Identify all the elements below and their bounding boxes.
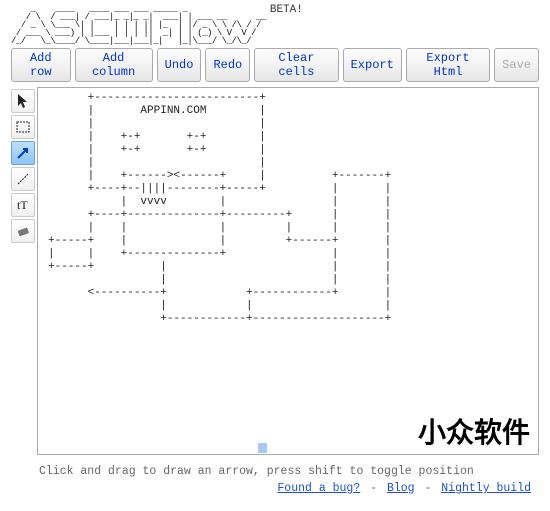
separator: - xyxy=(424,482,438,495)
undo-button[interactable]: Undo xyxy=(157,48,202,82)
status-text: Click and drag to draw an arrow, press s… xyxy=(39,465,537,478)
nightly-build-link[interactable]: Nightly build xyxy=(441,482,531,495)
text-icon: tT xyxy=(15,197,31,213)
tool-pane: tT xyxy=(11,87,37,455)
beta-badge: BETA! xyxy=(270,4,303,16)
save-button[interactable]: Save xyxy=(494,48,539,82)
erase-icon xyxy=(15,223,31,239)
add-row-button[interactable]: Add row xyxy=(11,48,71,82)
clear-cells-button[interactable]: Clear cells xyxy=(254,48,338,82)
line-icon xyxy=(15,171,31,187)
svg-text:tT: tT xyxy=(17,198,28,212)
main-toolbar: Add row Add column Undo Redo Clear cells… xyxy=(3,45,547,87)
export-button[interactable]: Export xyxy=(343,48,402,82)
export-html-button[interactable]: Export Html xyxy=(406,48,490,82)
cursor-icon xyxy=(15,93,31,109)
app-logo: _ ____ ____ ___ ___ _____ _ / \ / ___| /… xyxy=(11,5,266,45)
horizontal-scroll-thumb[interactable] xyxy=(258,443,267,453)
line-tool[interactable] xyxy=(11,167,35,191)
drawing-canvas[interactable]: +-------------------------+ | APPINN.COM… xyxy=(37,87,539,455)
arrow-tool[interactable] xyxy=(11,141,35,165)
erase-tool[interactable] xyxy=(11,219,35,243)
rectangle-tool[interactable] xyxy=(11,115,35,139)
rectangle-icon xyxy=(15,119,31,135)
footer-links: Found a bug? - Blog - Nightly build xyxy=(13,482,537,495)
ascii-content: +-------------------------+ | APPINN.COM… xyxy=(38,88,538,330)
pointer-tool[interactable] xyxy=(11,89,35,113)
separator: - xyxy=(370,482,384,495)
add-column-button[interactable]: Add column xyxy=(75,48,153,82)
arrow-icon xyxy=(15,145,31,161)
found-bug-link[interactable]: Found a bug? xyxy=(277,482,360,495)
redo-button[interactable]: Redo xyxy=(205,48,250,82)
text-tool[interactable]: tT xyxy=(11,193,35,217)
blog-link[interactable]: Blog xyxy=(387,482,415,495)
